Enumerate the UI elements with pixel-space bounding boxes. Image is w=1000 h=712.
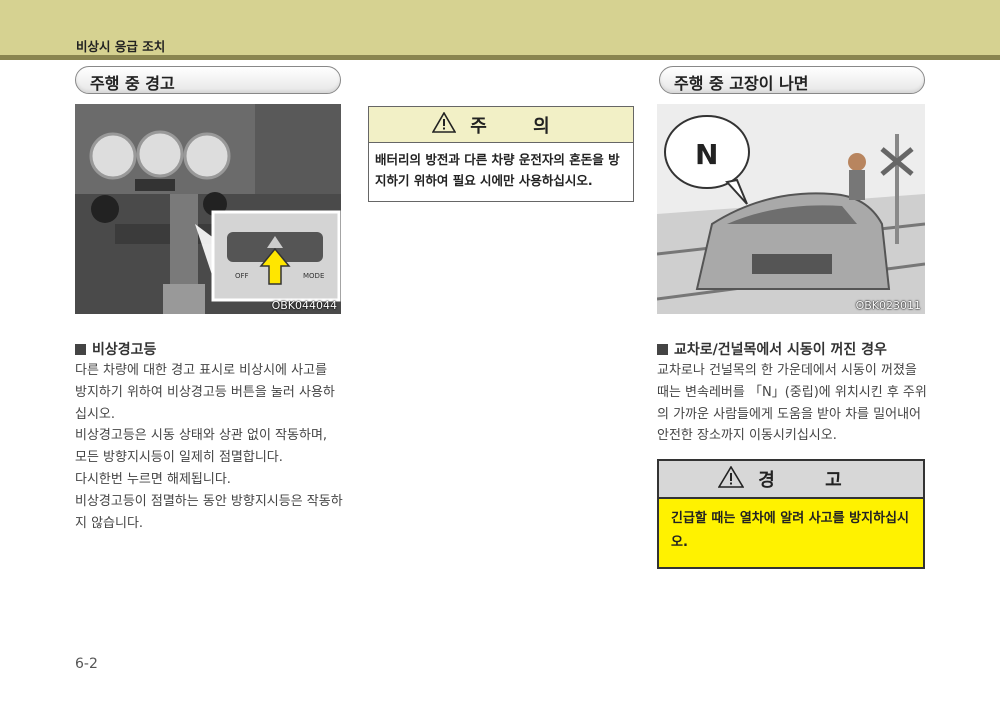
warning-text: 긴급할 때는 열차에 알려 사고를 방지하십시오. xyxy=(671,511,909,550)
photo-label-off: OFF xyxy=(235,272,249,280)
right-body-text: 교차로나 건널목의 한 가운데에서 시동이 꺼졌을 때는 변속레버를 「N」(중… xyxy=(657,360,927,447)
paragraph: 비상경고등은 시동 상태와 상관 없이 작동하며, 모든 방향지시등이 일제히 … xyxy=(75,428,328,466)
dashboard-illustration: OFF MODE xyxy=(75,104,341,314)
left-body-text: 다른 차량에 대한 경고 표시로 비상시에 사고를 방지하기 위하여 비상경고등… xyxy=(75,360,343,534)
caution-title: 주 의 xyxy=(470,115,570,137)
bullet-square-icon xyxy=(657,344,668,355)
warning-header: 경 고 xyxy=(659,461,923,499)
subhead-text: 비상경고등 xyxy=(92,342,157,358)
caution-header: 주 의 xyxy=(369,107,633,143)
bullet-square-icon xyxy=(75,344,86,355)
section-title-pill-left: 주행 중 경고 xyxy=(75,66,341,94)
caution-text: 배터리의 방전과 다른 차량 운전자의 혼돈을 방지하기 위하여 필요 시에만 … xyxy=(375,152,620,188)
photo-code: OBK023011 xyxy=(855,299,921,312)
section-title-pill-right: 주행 중 고장이 나면 xyxy=(659,66,925,94)
paragraph: 다른 차량에 대한 경고 표시로 비상시에 사고를 방지하기 위하여 비상경고등… xyxy=(75,363,335,422)
warning-triangle-icon xyxy=(431,110,457,138)
car-on-tracks-illustration: N xyxy=(657,104,925,314)
paragraph: 비상경고등이 점멸하는 동안 방향지시등은 작동하지 않습니다. xyxy=(75,493,343,531)
warning-box: 경 고 긴급할 때는 열차에 알려 사고를 방지하십시오. xyxy=(657,459,925,569)
railroad-crossing-photo: N OBK023011 xyxy=(657,104,925,314)
paragraph: 다시한번 누르면 해제됩니다. xyxy=(75,471,231,487)
warning-title: 경 고 xyxy=(758,470,864,491)
page-number: 6-2 xyxy=(75,656,98,672)
hazard-switch-photo: OFF MODE OBK044044 xyxy=(75,104,341,314)
caution-box: 주 의 배터리의 방전과 다른 차량 운전자의 혼돈을 방지하기 위하여 필요 … xyxy=(368,106,634,202)
bubble-letter: N xyxy=(695,138,718,171)
subsection-heading: 교차로/건널목에서 시동이 꺼진 경우 xyxy=(657,339,887,359)
section-title: 주행 중 고장이 나면 xyxy=(674,74,809,93)
header-divider xyxy=(0,55,1000,60)
photo-label-mode: MODE xyxy=(303,272,324,280)
subhead-text: 교차로/건널목에서 시동이 꺼진 경우 xyxy=(674,342,887,358)
subsection-heading: 비상경고등 xyxy=(75,339,156,359)
warning-triangle-icon xyxy=(717,464,745,493)
paragraph: 교차로나 건널목의 한 가운데에서 시동이 꺼졌을 때는 변속레버를 「N」(중… xyxy=(657,363,927,444)
photo-code: OBK044044 xyxy=(271,299,337,312)
section-title: 주행 중 경고 xyxy=(90,74,175,93)
chapter-title: 비상시 응급 조치 xyxy=(76,39,166,54)
